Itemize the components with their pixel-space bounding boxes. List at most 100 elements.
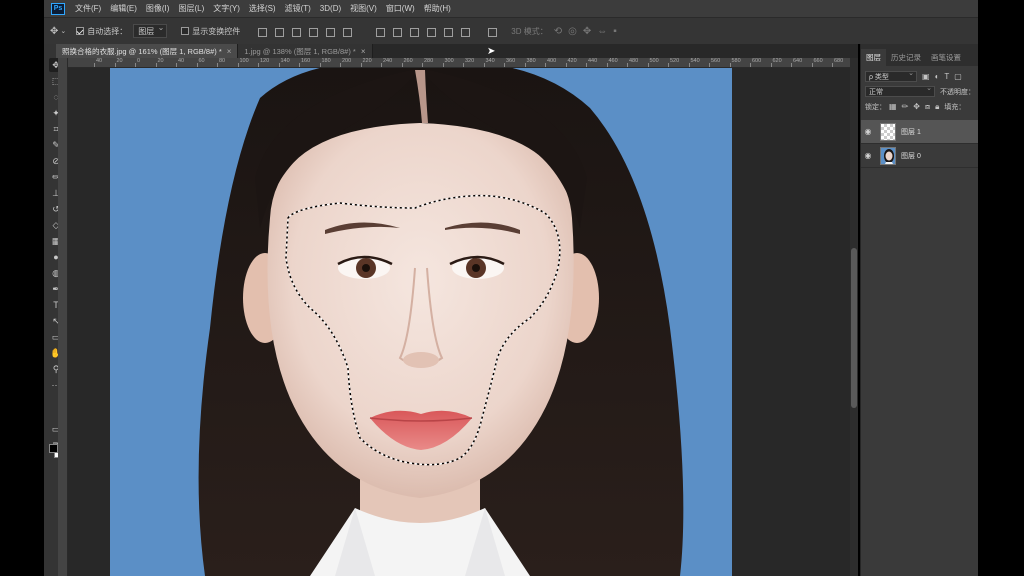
3d-rotate-icon[interactable]: ⟲	[554, 26, 562, 37]
tab-document-2[interactable]: 1.jpg @ 138% (图层 1, RGB/8#) * ×	[238, 44, 373, 58]
3d-scale-icon[interactable]: ▪	[613, 26, 617, 37]
distribute-hcenter-icon[interactable]	[442, 26, 454, 37]
ruler-tick	[258, 63, 259, 67]
close-icon[interactable]: ×	[361, 47, 366, 56]
lock-artboard-icon[interactable]: ⧈	[925, 102, 930, 112]
tab-brush-settings[interactable]: 画笔设置	[926, 49, 966, 66]
type-filter-icon[interactable]: T	[944, 72, 949, 81]
ruler-label: 240	[383, 58, 393, 64]
ruler-label: 360	[506, 58, 516, 64]
menu-file[interactable]: 文件(F)	[75, 3, 101, 14]
menu-window[interactable]: 窗口(W)	[386, 3, 415, 14]
ruler-tick	[770, 63, 772, 67]
ruler-tick	[299, 63, 300, 67]
show-transform-checkbox[interactable]	[181, 27, 190, 35]
ruler-tick	[483, 63, 485, 67]
menu-help[interactable]: 帮助(H)	[424, 3, 451, 14]
ruler-label: 20	[116, 58, 123, 64]
ruler-tick	[709, 63, 710, 67]
menu-filter[interactable]: 滤镜(T)	[285, 3, 311, 14]
distribute-left-icon[interactable]	[425, 26, 437, 37]
ruler-label: 340	[485, 58, 495, 64]
ruler-tick	[176, 63, 177, 67]
auto-select-dropdown[interactable]: 图层	[133, 23, 168, 38]
auto-align-icon[interactable]	[486, 26, 498, 37]
filter-row: ρ 类型 ▣ ◐ T ▢	[861, 69, 978, 84]
ruler-label: 40	[178, 58, 185, 64]
chevron-down-icon[interactable]: ⌄	[60, 27, 66, 35]
auto-select-label: 自动选择：	[87, 26, 128, 36]
eye-icon[interactable]: ◉	[861, 127, 875, 136]
align-top-icon[interactable]	[256, 26, 268, 37]
3d-roll-icon[interactable]: ◎	[568, 26, 577, 37]
layer-thumbnail	[880, 146, 896, 165]
ruler-label: 580	[731, 58, 741, 64]
align-right-icon[interactable]	[341, 26, 353, 37]
align-left-icon[interactable]	[307, 26, 319, 37]
ruler-label: 180	[321, 58, 331, 64]
menu-image[interactable]: 图像(I)	[146, 3, 170, 14]
distribute-right-icon[interactable]	[459, 26, 471, 37]
mode-3d-label: 3D 模式：	[511, 26, 548, 36]
portrait-photo	[198, 68, 684, 576]
3d-slide-icon[interactable]: ⇔	[597, 26, 607, 37]
layer-row[interactable]: ◉ 图层 1	[861, 120, 978, 144]
ruler-label: 640	[793, 58, 803, 64]
ruler-label: 260	[403, 58, 413, 64]
photoshop-logo-icon[interactable]: Ps	[51, 2, 65, 15]
lock-position-icon[interactable]: ✥	[913, 102, 920, 111]
ruler-label: 40	[96, 58, 103, 64]
ruler-tick	[217, 63, 218, 67]
menu-view[interactable]: 视图(V)	[350, 3, 377, 14]
vertical-scrollbar[interactable]	[850, 58, 858, 576]
scrollbar-thumb[interactable]	[851, 248, 857, 408]
menu-3d[interactable]: 3D(D)	[320, 4, 341, 13]
ruler-label: 560	[711, 58, 721, 64]
ruler-label: 520	[670, 58, 680, 64]
close-icon[interactable]: ×	[227, 47, 232, 56]
ruler-tick	[401, 63, 403, 67]
ruler-tick	[811, 63, 813, 67]
ruler-tick	[155, 63, 157, 67]
lock-image-icon[interactable]: ✏	[902, 102, 909, 111]
auto-select-checkbox[interactable]	[76, 27, 85, 35]
align-bottom-icon[interactable]	[290, 26, 302, 37]
align-vcenter-icon[interactable]	[273, 26, 285, 37]
adjustment-filter-icon[interactable]: ◐	[935, 72, 940, 81]
tab-layers[interactable]: 图层	[861, 49, 886, 66]
layers-panel: 图层 历史记录 画笔设置 ρ 类型 ▣ ◐ T ▢ 正常 不透明度： 锁定： ▦…	[860, 44, 978, 576]
image-filter-icon[interactable]: ▣	[922, 72, 930, 81]
menu-layer[interactable]: 图层(L)	[178, 3, 204, 14]
layer-kind-filter[interactable]: ρ 类型	[865, 69, 917, 82]
eye-icon[interactable]: ◉	[861, 151, 875, 160]
ruler-label: 100	[239, 58, 249, 64]
window-edge	[978, 0, 1024, 576]
panel-tabs: 图层 历史记录 画笔设置	[861, 44, 978, 66]
ruler-vertical[interactable]	[58, 58, 68, 576]
document-canvas[interactable]	[110, 68, 732, 576]
distribute-vcenter-icon[interactable]	[391, 26, 403, 37]
tab-document-1[interactable]: 照换合格的衣服.jpg @ 161% (图层 1, RGB/8#) * ×	[56, 44, 239, 58]
distribute-top-icon[interactable]	[374, 26, 386, 37]
menu-select[interactable]: 选择(S)	[249, 3, 276, 14]
move-icon[interactable]: ✥	[50, 26, 58, 37]
tab-history[interactable]: 历史记录	[886, 49, 926, 66]
ruler-tick	[647, 63, 649, 67]
blend-mode-select[interactable]: 正常	[865, 84, 935, 97]
align-hcenter-icon[interactable]	[324, 26, 336, 37]
menu-type[interactable]: 文字(Y)	[213, 3, 240, 14]
ruler-horizontal[interactable]: 40 20 0 20 40 60 80 100 120 140 160 180 200 220 240 260…	[68, 58, 850, 68]
menu-edit[interactable]: 编辑(E)	[110, 3, 137, 14]
shape-filter-icon[interactable]: ▢	[954, 72, 962, 81]
ruler-label: 660	[813, 58, 823, 64]
foreground-color-swatch[interactable]	[49, 444, 58, 453]
layer-name[interactable]: 图层 1	[901, 127, 921, 137]
ruler-label: 680	[834, 58, 844, 64]
distribute-bottom-icon[interactable]	[408, 26, 420, 37]
lock-all-icon[interactable]: 🔒︎	[935, 102, 939, 112]
lock-transparent-icon[interactable]: ▦	[889, 102, 897, 111]
layer-name[interactable]: 图层 0	[901, 151, 921, 161]
layer-row[interactable]: ◉ 图层 0	[861, 144, 978, 168]
3d-drag-icon[interactable]: ✥	[583, 26, 591, 37]
ruler-tick	[524, 63, 526, 67]
